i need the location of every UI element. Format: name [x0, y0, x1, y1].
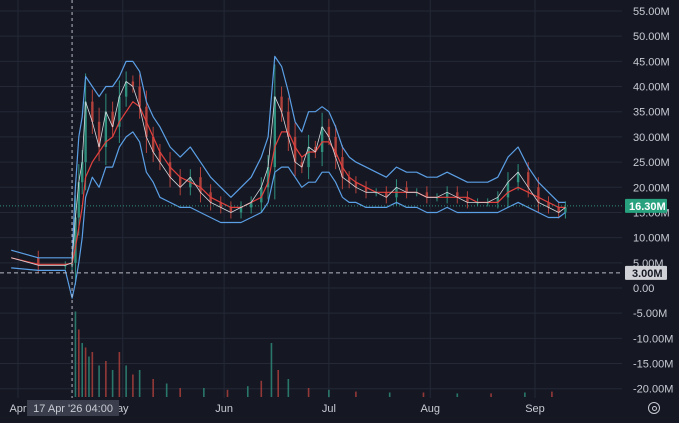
volume-bar — [111, 370, 114, 397]
volume-bar — [91, 352, 94, 397]
chart-container[interactable]: 55.00M 50.00M 45.00M 40.00M 35.00M 30.00M 25.0… — [0, 0, 679, 423]
y-tick-label: 20.00M — [633, 182, 670, 194]
volume-bar — [74, 311, 77, 397]
x-tick-label: Jul — [322, 403, 336, 415]
volume-bar — [490, 393, 492, 397]
x-tick-label: Jun — [215, 403, 233, 415]
candle-body — [537, 187, 540, 203]
x-tick-label: Sep — [525, 403, 545, 415]
y-tick-label: 25.00M — [633, 157, 670, 169]
volume-bar — [388, 392, 391, 397]
reference-label: 3.00M — [632, 268, 663, 280]
candle-body — [168, 162, 172, 178]
y-tick-label: -5.00M — [633, 308, 667, 320]
y-tick-label: 40.00M — [633, 82, 670, 94]
volume-bar — [456, 393, 459, 397]
candle-body — [199, 177, 202, 193]
volume-bar — [524, 392, 526, 397]
volume-bar — [125, 365, 127, 397]
y-tick-label: 45.00M — [633, 56, 670, 68]
volume-bar — [270, 343, 273, 397]
volume-bar — [81, 343, 84, 397]
volume-bar — [138, 370, 141, 397]
y-tick-label: -15.00M — [633, 359, 673, 371]
volume-bar — [132, 374, 134, 397]
y-tick-label: 0.00 — [633, 283, 654, 295]
volume-bar — [152, 379, 154, 397]
volume-bar — [105, 361, 107, 397]
volume-bar — [277, 370, 279, 397]
volume-bar — [78, 329, 80, 397]
price-chart[interactable]: 55.00M 50.00M 45.00M 40.00M 35.00M 30.00M 25.0… — [0, 0, 679, 423]
volume-bar — [84, 347, 87, 397]
volume-bar — [98, 365, 100, 397]
volume-bar — [203, 388, 205, 397]
candle-body — [178, 177, 182, 188]
volume-bar — [165, 383, 168, 397]
y-tick-label: 30.00M — [633, 132, 670, 144]
volume-bar — [287, 379, 290, 397]
volume-bar — [179, 388, 181, 397]
volume-bar — [118, 352, 121, 397]
y-tick-label: 35.00M — [633, 107, 670, 119]
crosshair-date-label: 17 Apr '26 04:00 — [33, 403, 113, 415]
candle-body — [527, 172, 530, 188]
y-tick-label: 55.00M — [633, 6, 670, 18]
y-tick-label: -10.00M — [633, 333, 673, 345]
volume-bar — [307, 388, 310, 397]
volume-bar — [260, 380, 263, 397]
current-price-label: 16.30M — [629, 201, 666, 213]
x-tick-label: Aug — [420, 403, 440, 415]
volume-bar — [551, 391, 553, 397]
chart-settings-icon[interactable] — [648, 402, 660, 414]
candle-body — [506, 182, 510, 198]
y-tick-label: 10.00M — [633, 233, 670, 245]
x-tick-label: Apr — [9, 403, 26, 415]
volume-bar — [246, 386, 249, 397]
volume-bar — [88, 356, 90, 397]
volume-bar — [355, 391, 357, 397]
volume-bar — [422, 392, 425, 397]
volume-bar — [226, 389, 229, 397]
y-tick-label: 50.00M — [633, 31, 670, 43]
volume-bar — [328, 389, 330, 397]
y-tick-label: -20.00M — [633, 384, 673, 396]
